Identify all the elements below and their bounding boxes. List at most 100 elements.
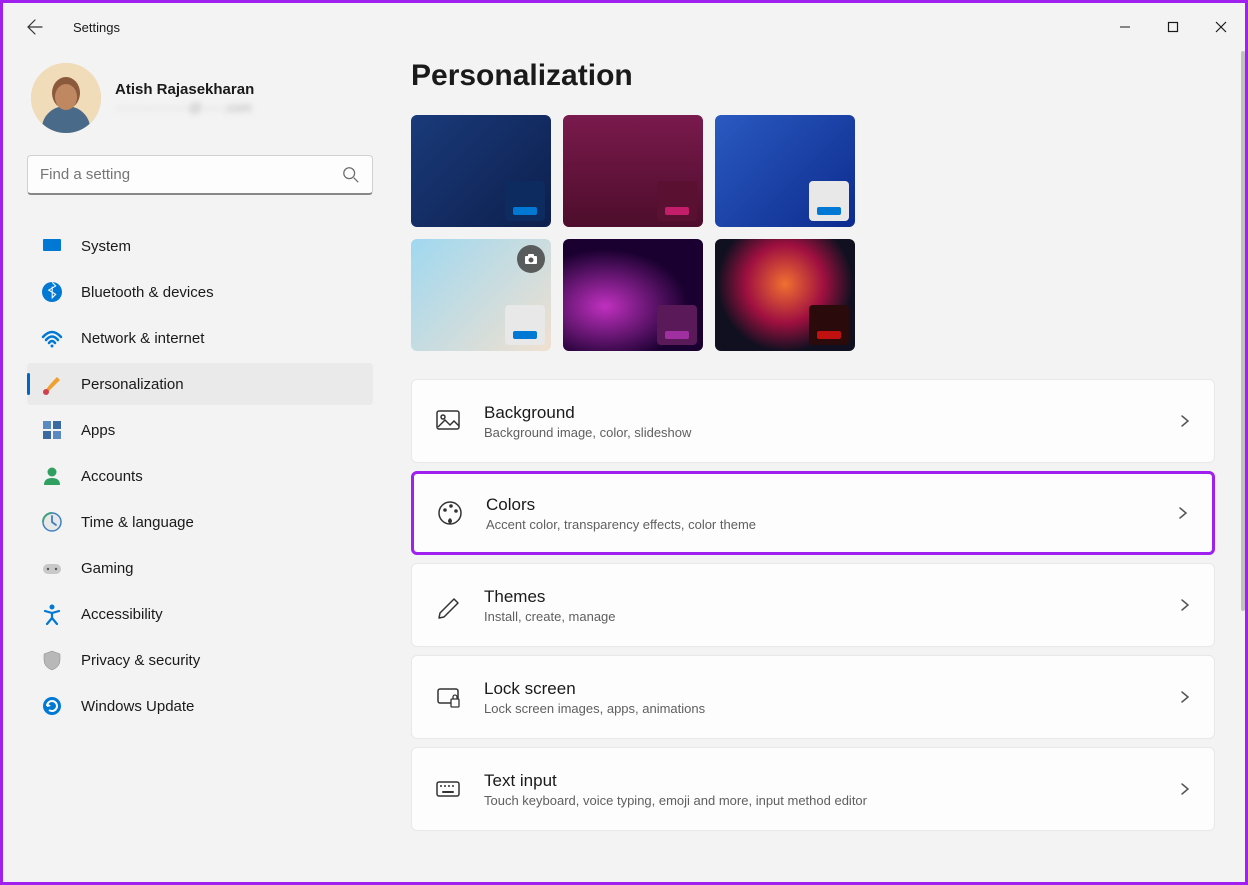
accent-badge <box>809 181 849 221</box>
close-icon <box>1215 21 1227 33</box>
accent-badge <box>809 305 849 345</box>
sidebar-item-label: Accounts <box>81 468 143 485</box>
back-button[interactable] <box>15 7 55 47</box>
setting-desc: Background image, color, slideshow <box>484 425 1178 440</box>
minimize-icon <box>1119 21 1131 33</box>
profile-text: Atish Rajasekharan ·················@···… <box>115 81 254 115</box>
keyboard-icon <box>434 775 462 803</box>
chevron-right-icon <box>1176 506 1190 520</box>
setting-title: Themes <box>484 587 1178 607</box>
sidebar: Atish Rajasekharan ·················@···… <box>3 51 381 882</box>
sidebar-item-bluetooth-devices[interactable]: Bluetooth & devices <box>27 271 373 313</box>
settings-list: Background Background image, color, slid… <box>411 379 1215 831</box>
titlebar: Settings <box>3 3 1245 51</box>
camera-icon <box>517 245 545 273</box>
sidebar-item-privacy-security[interactable]: Privacy & security <box>27 639 373 681</box>
sidebar-item-windows-update[interactable]: Windows Update <box>27 685 373 727</box>
profile-section[interactable]: Atish Rajasekharan ·················@···… <box>31 63 373 133</box>
minimize-button[interactable] <box>1101 7 1149 47</box>
accent-badge <box>505 181 545 221</box>
bluetooth-icon <box>41 281 63 303</box>
setting-text: Lock screen Lock screen images, apps, an… <box>484 679 1178 716</box>
sidebar-item-gaming[interactable]: Gaming <box>27 547 373 589</box>
wifi-icon <box>41 327 63 349</box>
accent-bar <box>817 207 841 215</box>
accent-badge <box>505 305 545 345</box>
scrollbar[interactable] <box>1241 51 1245 611</box>
sidebar-item-label: Apps <box>81 422 115 439</box>
sidebar-item-personalization[interactable]: Personalization <box>27 363 373 405</box>
theme-thumb-1[interactable] <box>563 115 703 227</box>
chevron-right-icon <box>1178 598 1192 612</box>
sidebar-item-accessibility[interactable]: Accessibility <box>27 593 373 635</box>
sidebar-item-accounts[interactable]: Accounts <box>27 455 373 497</box>
pen-icon <box>434 591 462 619</box>
palette-icon <box>436 499 464 527</box>
sidebar-item-time-language[interactable]: Time & language <box>27 501 373 543</box>
lock-icon <box>434 683 462 711</box>
setting-row-themes[interactable]: Themes Install, create, manage <box>411 563 1215 647</box>
close-button[interactable] <box>1197 7 1245 47</box>
setting-title: Lock screen <box>484 679 1178 699</box>
setting-title: Text input <box>484 771 1178 791</box>
privacy-icon <box>41 649 63 671</box>
sidebar-item-label: Time & language <box>81 514 194 531</box>
theme-thumb-3[interactable] <box>411 239 551 351</box>
theme-thumb-0[interactable] <box>411 115 551 227</box>
sidebar-item-system[interactable]: System <box>27 225 373 267</box>
theme-thumb-2[interactable] <box>715 115 855 227</box>
setting-row-lock-screen[interactable]: Lock screen Lock screen images, apps, an… <box>411 655 1215 739</box>
gaming-icon <box>41 557 63 579</box>
chevron-right-icon <box>1178 690 1192 704</box>
setting-desc: Accent color, transparency effects, colo… <box>486 517 1176 532</box>
setting-title: Background <box>484 403 1178 423</box>
arrow-left-icon <box>27 19 43 35</box>
sidebar-item-label: Privacy & security <box>81 652 200 669</box>
maximize-button[interactable] <box>1149 7 1197 47</box>
sidebar-item-label: Personalization <box>81 376 184 393</box>
theme-grid <box>411 115 1215 351</box>
sidebar-item-label: Gaming <box>81 560 134 577</box>
setting-text: Text input Touch keyboard, voice typing,… <box>484 771 1178 808</box>
search-icon <box>342 166 360 184</box>
page-title: Personalization <box>411 59 1215 93</box>
system-icon <box>41 235 63 257</box>
window-title: Settings <box>73 20 120 35</box>
apps-icon <box>41 419 63 441</box>
accent-bar <box>665 207 689 215</box>
accent-bar <box>513 207 537 215</box>
time-icon <box>41 511 63 533</box>
accent-bar <box>665 331 689 339</box>
setting-row-text-input[interactable]: Text input Touch keyboard, voice typing,… <box>411 747 1215 831</box>
maximize-icon <box>1167 21 1179 33</box>
profile-email: ·················@·····.com <box>115 100 254 115</box>
account-icon <box>41 465 63 487</box>
update-icon <box>41 695 63 717</box>
sidebar-item-label: System <box>81 238 131 255</box>
sidebar-item-label: Network & internet <box>81 330 204 347</box>
setting-row-colors[interactable]: Colors Accent color, transparency effect… <box>411 471 1215 555</box>
search-box[interactable] <box>27 155 373 195</box>
content-pane: Personalization Background Background im… <box>381 51 1245 882</box>
setting-text: Colors Accent color, transparency effect… <box>486 495 1176 532</box>
image-icon <box>434 407 462 435</box>
setting-desc: Lock screen images, apps, animations <box>484 701 1178 716</box>
setting-title: Colors <box>486 495 1176 515</box>
accent-badge <box>657 305 697 345</box>
theme-thumb-5[interactable] <box>715 239 855 351</box>
setting-desc: Touch keyboard, voice typing, emoji and … <box>484 793 1178 808</box>
chevron-right-icon <box>1178 414 1192 428</box>
accent-bar <box>817 331 841 339</box>
sidebar-item-apps[interactable]: Apps <box>27 409 373 451</box>
avatar <box>31 63 101 133</box>
accessibility-icon <box>41 603 63 625</box>
sidebar-item-label: Bluetooth & devices <box>81 284 214 301</box>
brush-icon <box>41 373 63 395</box>
accent-badge <box>657 181 697 221</box>
search-input[interactable] <box>40 166 342 183</box>
sidebar-item-network-internet[interactable]: Network & internet <box>27 317 373 359</box>
setting-row-background[interactable]: Background Background image, color, slid… <box>411 379 1215 463</box>
theme-thumb-4[interactable] <box>563 239 703 351</box>
setting-text: Background Background image, color, slid… <box>484 403 1178 440</box>
sidebar-item-label: Windows Update <box>81 698 194 715</box>
